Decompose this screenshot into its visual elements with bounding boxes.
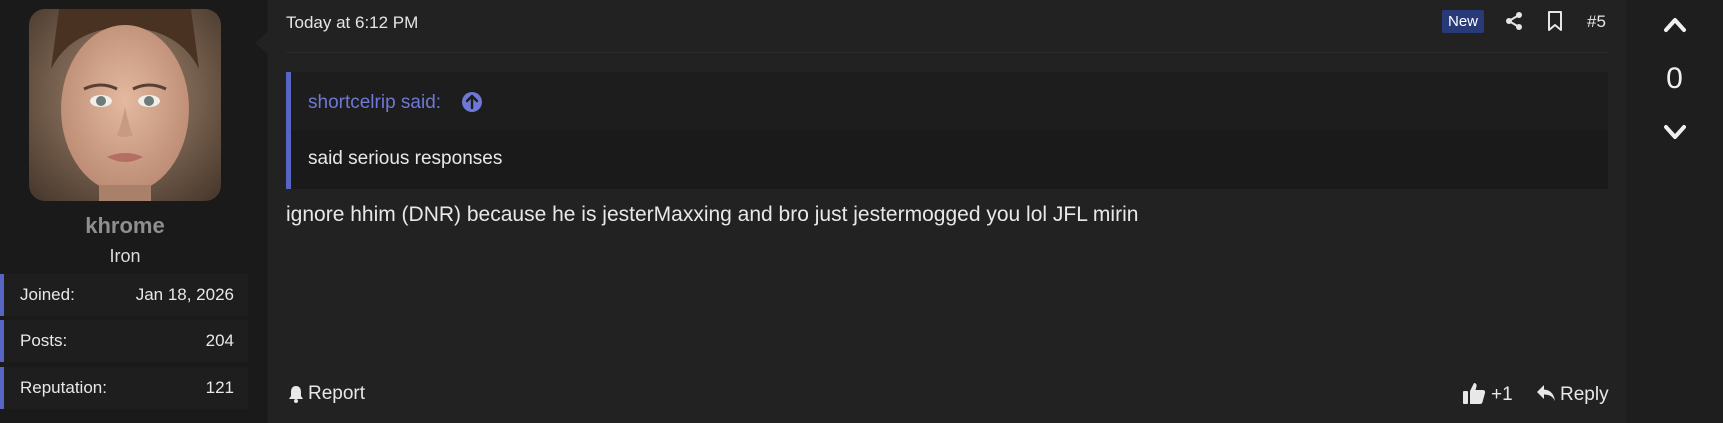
stat-reputation: Reputation: 121 xyxy=(0,367,248,409)
new-badge: New xyxy=(1442,10,1485,33)
reply-icon xyxy=(1537,385,1555,401)
quote-author-link[interactable]: shortcelrip said: xyxy=(308,92,441,114)
quote-block: shortcelrip said: said serious responses xyxy=(286,72,1608,189)
arrow-up-circle-icon[interactable] xyxy=(461,91,483,113)
share-icon[interactable] xyxy=(1504,11,1524,31)
vote-score: 0 xyxy=(1666,62,1683,95)
user-info-panel: khrome Iron Joined: Jan 18, 2026 Posts: … xyxy=(0,0,267,423)
post-timestamp[interactable]: Today at 6:12 PM xyxy=(286,13,418,33)
report-label: Report xyxy=(308,383,366,404)
bookmark-icon[interactable] xyxy=(1546,11,1564,31)
stat-joined-label: Joined: xyxy=(20,285,75,304)
stat-reputation-value: 121 xyxy=(205,378,234,397)
forum-post: khrome Iron Joined: Jan 18, 2026 Posts: … xyxy=(0,0,1723,423)
stat-posts: Posts: 204 xyxy=(0,320,248,362)
post-main: Today at 6:12 PM New #5 shortcelrip said… xyxy=(268,0,1626,423)
stat-reputation-label: Reputation: xyxy=(20,378,107,397)
avatar-image xyxy=(29,9,221,201)
quote-header: shortcelrip said: xyxy=(291,72,1608,130)
stat-posts-value[interactable]: 204 xyxy=(206,331,234,351)
quote-body: said serious responses xyxy=(291,130,1608,189)
reply-label: Reply xyxy=(1560,384,1609,405)
username[interactable]: khrome xyxy=(0,213,250,239)
quote-text: said serious responses xyxy=(308,148,503,169)
vote-panel: 0 xyxy=(1626,0,1723,423)
bell-icon xyxy=(289,386,303,403)
thumbs-up-icon xyxy=(1463,383,1486,404)
chevron-down-icon[interactable] xyxy=(1663,121,1687,143)
post-permalink-number[interactable]: #5 xyxy=(1587,12,1606,32)
like-count: +1 xyxy=(1491,384,1513,405)
stat-joined-value: Jan 18, 2026 xyxy=(135,285,234,304)
post-pointer-arrow xyxy=(255,31,269,55)
chevron-up-icon[interactable] xyxy=(1663,14,1687,36)
stat-joined: Joined: Jan 18, 2026 xyxy=(0,274,248,316)
header-divider xyxy=(286,52,1608,53)
stat-posts-label: Posts: xyxy=(20,331,68,350)
avatar[interactable] xyxy=(29,9,221,201)
user-rank-title: Iron xyxy=(109,246,141,266)
post-message: ignore hhim (DNR) because he is jesterMa… xyxy=(286,203,1139,226)
